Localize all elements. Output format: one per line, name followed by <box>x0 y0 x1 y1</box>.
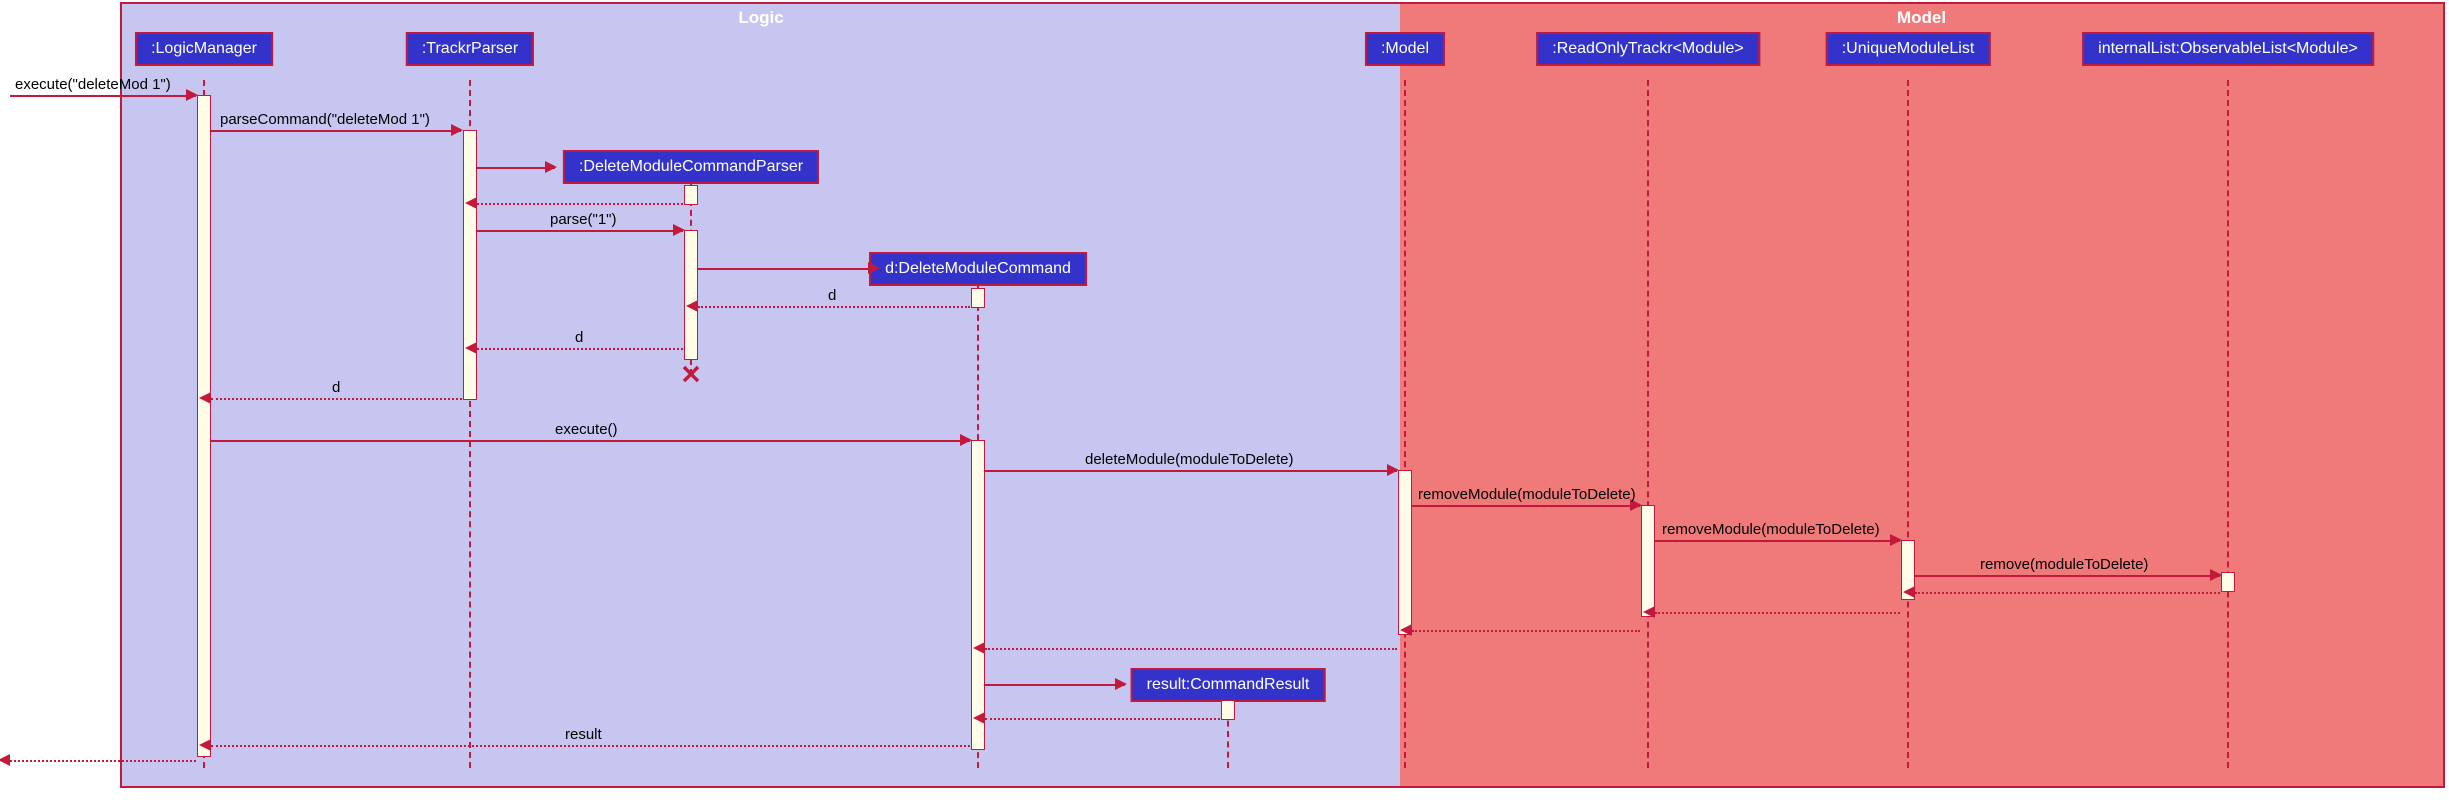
logic-box-title: Logic <box>738 8 783 28</box>
arrow-ret-ext <box>0 754 10 766</box>
msg-create-dmcp-return <box>477 203 683 205</box>
msg-return-d2 <box>477 348 683 350</box>
arrow-m7 <box>960 434 972 446</box>
arrow-create-dmcp-return <box>465 197 477 209</box>
arrow-m5 <box>465 342 477 354</box>
label-m11: remove(moduleToDelete) <box>1980 556 2148 573</box>
arrow-ret-cr <box>973 712 985 724</box>
label-m6: d <box>332 379 340 396</box>
msg-execute <box>211 440 970 442</box>
arrow-m10 <box>1890 534 1902 546</box>
lifeline-uml <box>1907 80 1909 768</box>
activation-dmc-create <box>971 288 985 308</box>
msg-create-dmc <box>698 268 878 270</box>
lifeline-obs <box>2227 80 2229 768</box>
label-m2: parseCommand("deleteMod 1") <box>220 111 430 128</box>
participant-model: :Model <box>1365 32 1445 66</box>
activation-cr <box>1221 700 1235 720</box>
activation-dmc <box>971 440 985 750</box>
label-m10: removeModule(moduleToDelete) <box>1662 521 1880 538</box>
msg-return-model <box>985 648 1397 650</box>
msg-execute-deletemod <box>10 95 196 97</box>
arrow-create-dmcp <box>545 161 557 173</box>
activation-model <box>1398 470 1412 635</box>
arrow-m1 <box>186 89 198 101</box>
msg-return-obs <box>1915 592 2220 594</box>
msg-create-dmcp <box>477 167 555 169</box>
model-box: Model <box>1400 2 2445 788</box>
msg-parse <box>477 230 683 232</box>
label-m9: removeModule(moduleToDelete) <box>1418 486 1636 503</box>
arrow-m2 <box>451 124 463 136</box>
arrow-m6 <box>199 392 211 404</box>
sequence-diagram: Logic Model :LogicManager :TrackrParser … <box>0 0 2449 811</box>
arrow-m3 <box>673 224 685 236</box>
participant-trackrparser: :TrackrParser <box>406 32 534 66</box>
model-box-title: Model <box>1897 8 1946 28</box>
msg-removemodule2 <box>1655 540 1900 542</box>
msg-deletemodule <box>985 470 1397 472</box>
msg-parsecommand <box>211 130 461 132</box>
label-m12: result <box>565 726 602 743</box>
msg-result <box>211 745 970 747</box>
arrow-create-dmc <box>868 262 880 274</box>
participant-dmc: d:DeleteModuleCommand <box>869 252 1087 286</box>
destroy-dmcp: ✕ <box>680 360 702 391</box>
activation-tp <box>463 130 477 400</box>
participant-dmcp: :DeleteModuleCommandParser <box>563 150 819 184</box>
msg-removemodule1 <box>1412 505 1640 507</box>
participant-observablelist: internalList:ObservableList<Module> <box>2082 32 2374 66</box>
activation-obs <box>2221 572 2235 592</box>
arrow-ret-uml <box>1643 606 1655 618</box>
participant-readonlytrackr: :ReadOnlyTrackr<Module> <box>1536 32 1760 66</box>
msg-return-rot <box>1412 630 1640 632</box>
msg-create-cr <box>985 684 1125 686</box>
label-m1: execute("deleteMod 1") <box>15 76 171 93</box>
msg-return-d3 <box>211 398 462 400</box>
arrow-m12 <box>199 739 211 751</box>
activation-dmcp-create <box>684 185 698 205</box>
activation-rot <box>1641 505 1655 617</box>
arrow-m4 <box>686 300 698 312</box>
msg-return-uml <box>1655 612 1900 614</box>
participant-cr: result:CommandResult <box>1131 668 1326 702</box>
activation-dmcp <box>684 230 698 360</box>
msg-return-d1 <box>698 306 970 308</box>
participant-uniquemodulelist: :UniqueModuleList <box>1826 32 1991 66</box>
label-m5: d <box>575 329 583 346</box>
arrow-ret-model <box>973 642 985 654</box>
arrow-ret-rot <box>1400 624 1412 636</box>
label-m4: d <box>828 287 836 304</box>
lifeline-model <box>1404 80 1406 768</box>
label-m7: execute() <box>555 421 618 438</box>
msg-return-cr <box>985 718 1220 720</box>
participant-logicmanager: :LogicManager <box>135 32 273 66</box>
msg-return-ext <box>10 760 196 762</box>
lifeline-rot <box>1647 80 1649 768</box>
arrow-m8 <box>1387 464 1399 476</box>
label-m3: parse("1") <box>550 211 617 228</box>
arrow-create-cr <box>1115 678 1127 690</box>
arrow-ret-obs <box>1903 586 1915 598</box>
label-m8: deleteModule(moduleToDelete) <box>1085 451 1293 468</box>
arrow-m11 <box>2210 569 2222 581</box>
msg-remove <box>1915 575 2220 577</box>
activation-lm <box>197 95 211 757</box>
